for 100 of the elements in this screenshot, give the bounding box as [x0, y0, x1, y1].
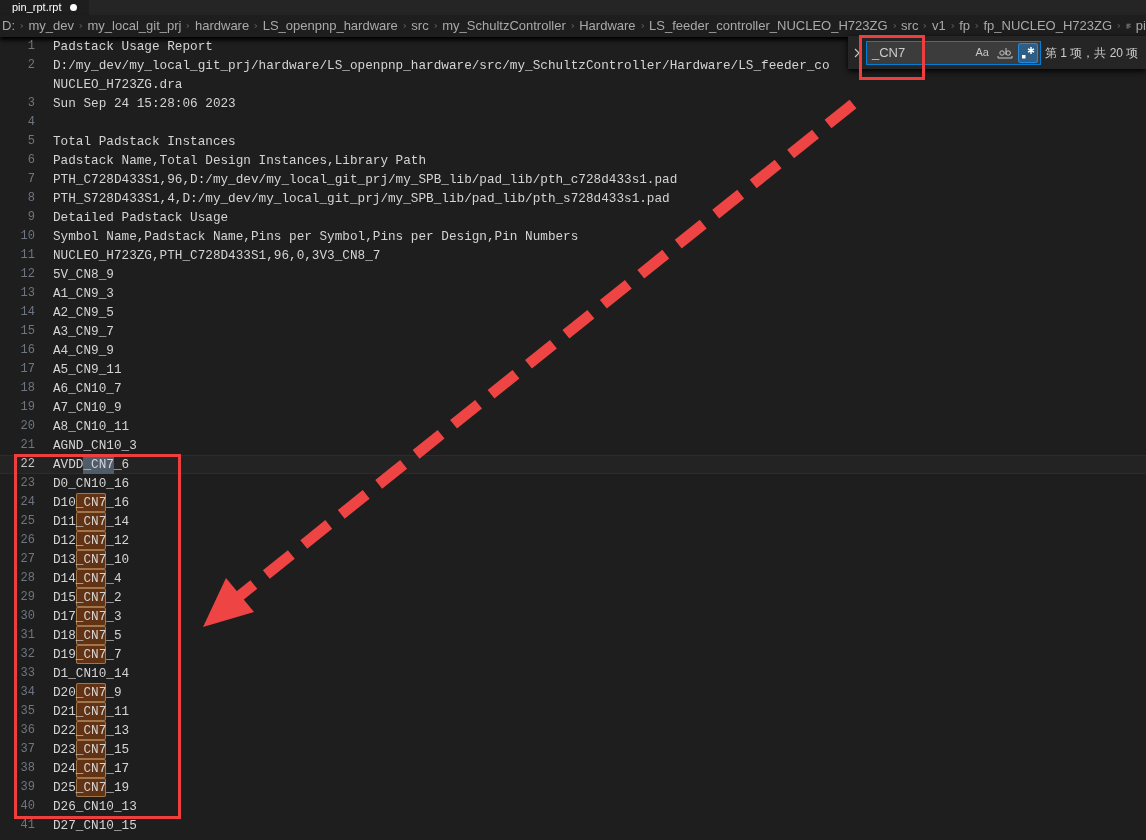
line-number: 34: [20, 684, 35, 701]
code-text: _19: [106, 779, 130, 797]
breadcrumb-item[interactable]: D:: [2, 16, 15, 36]
code-text: D22: [53, 722, 76, 740]
breadcrumb-item[interactable]: my_local_git_prj: [87, 16, 182, 36]
line-number: 21: [20, 437, 35, 454]
regex-icon: [1021, 45, 1035, 60]
search-match: _CN7: [75, 778, 107, 797]
code-text: AGND_CN10_3: [53, 437, 137, 455]
line-number: 17: [20, 361, 35, 378]
search-match: _CN7: [75, 493, 107, 512]
line-number: 13: [20, 285, 35, 302]
code-text: D10: [53, 494, 76, 512]
line-number: 33: [20, 665, 35, 682]
line-number: 18: [20, 380, 35, 397]
line-number: 35: [20, 703, 35, 720]
code-text: D13: [53, 551, 76, 569]
line-number: 11: [20, 247, 35, 264]
code-text: A3_CN9_7: [53, 323, 114, 341]
chevron-icon: [640, 21, 645, 31]
code-text: Detailed Padstack Usage: [53, 209, 229, 227]
search-match: _CN7: [75, 645, 107, 664]
code-text: _4: [106, 570, 122, 588]
code-text: D24: [53, 760, 76, 778]
breadcrumb-item[interactable]: v1: [931, 16, 946, 36]
line-number: 6: [27, 152, 35, 169]
chevron-icon[interactable]: [852, 46, 862, 59]
editor-tab[interactable]: pin_rpt.rpt: [0, 0, 89, 15]
breadcrumb-item[interactable]: fp_NUCLEO_H723ZG: [983, 16, 1113, 36]
line-number: 27: [20, 551, 35, 568]
search-match: _CN7: [75, 740, 107, 759]
breadcrumb-item[interactable]: src: [411, 16, 429, 36]
line-number: 7: [27, 171, 35, 188]
line-number: 10: [20, 228, 35, 245]
line-number: 5: [27, 133, 35, 150]
breadcrumb-item[interactable]: Hardware: [579, 16, 636, 36]
breadcrumb-item[interactable]: pi: [1135, 16, 1146, 36]
lines-icon: [1125, 21, 1131, 31]
code-text: D11: [53, 513, 76, 531]
line-number: 41: [20, 817, 35, 834]
line-number: 15: [20, 323, 35, 340]
line-number: 31: [20, 627, 35, 644]
line-number: 32: [20, 646, 35, 663]
code-text: _7: [106, 646, 122, 664]
code-text: D23: [53, 741, 76, 759]
line-number: 24: [20, 494, 35, 511]
line-number: 3: [27, 95, 35, 112]
code-text: D:/my_dev/my_local_git_prj/hardware/LS_openpnp_hardware/src/my_SchultzController/Hardware/LS_feeder_co: [53, 57, 830, 75]
chevron-icon: [254, 21, 258, 31]
code-text: _10: [106, 551, 130, 569]
line-number: 2: [27, 57, 35, 74]
search-match: _CN7: [75, 512, 107, 531]
code-text: A7_CN10_9: [53, 399, 122, 417]
chevron-icon: [186, 21, 190, 31]
breadcrumb-item[interactable]: fp: [959, 16, 970, 36]
line-number: 20: [20, 418, 35, 435]
find-input[interactable]: _CN7 Aa: [866, 40, 1041, 65]
code-text: _15: [106, 741, 130, 759]
line-number: 22: [20, 456, 35, 473]
line-number: 16: [20, 342, 35, 359]
chevron-icon: [1117, 21, 1121, 31]
line-number: 19: [20, 399, 35, 416]
chevron-icon: [950, 21, 955, 31]
breadcrumb-item[interactable]: LS_openpnp_hardware: [262, 16, 398, 36]
code-text: D26_CN10_13: [53, 798, 137, 816]
code-text: A5_CN9_11: [53, 361, 122, 379]
search-match: _CN7: [75, 721, 107, 740]
search-match: _CN7: [75, 550, 107, 569]
breadcrumb-item[interactable]: hardware: [194, 16, 250, 36]
line-number: 1: [27, 38, 35, 55]
line-number: 12: [20, 266, 35, 283]
chevron-icon: [79, 21, 83, 31]
code-text: D17: [53, 608, 76, 626]
code-text: D0_CN10_16: [53, 475, 130, 493]
line-number: 30: [20, 608, 35, 625]
breadcrumb-item[interactable]: LS_feeder_controller_NUCLEO_H723ZG: [649, 16, 888, 36]
search-match: _CN7: [75, 683, 107, 702]
search-match: _CN7: [75, 626, 107, 645]
code-text: Padstack Usage Report: [53, 38, 213, 56]
breadcrumb-item[interactable]: my_SchultzController: [442, 16, 566, 36]
code-text: _5: [106, 627, 122, 645]
breadcrumb-item[interactable]: my_dev: [28, 16, 75, 36]
whole-word-icon: [997, 46, 1013, 59]
code-text: _13: [106, 722, 130, 740]
code-text: NUCLEO_H723ZG.dra: [53, 76, 183, 94]
code-text: A4_CN9_9: [53, 342, 114, 360]
line-number: 25: [20, 513, 35, 530]
code-text: Total Padstack Instances: [53, 133, 236, 151]
code-text: _12: [106, 532, 130, 550]
line-number: 14: [20, 304, 35, 321]
code-text: D19: [53, 646, 76, 664]
chevron-icon: [923, 21, 927, 31]
code-text: D18: [53, 627, 76, 645]
code-text: _9: [106, 684, 122, 702]
regex-toggle[interactable]: [1018, 42, 1038, 63]
line-number: 37: [20, 741, 35, 758]
match-case-toggle[interactable]: Aa: [972, 42, 992, 63]
line-number: 8: [27, 190, 35, 207]
breadcrumb-item[interactable]: src: [901, 16, 919, 36]
code-text: D21: [53, 703, 76, 721]
